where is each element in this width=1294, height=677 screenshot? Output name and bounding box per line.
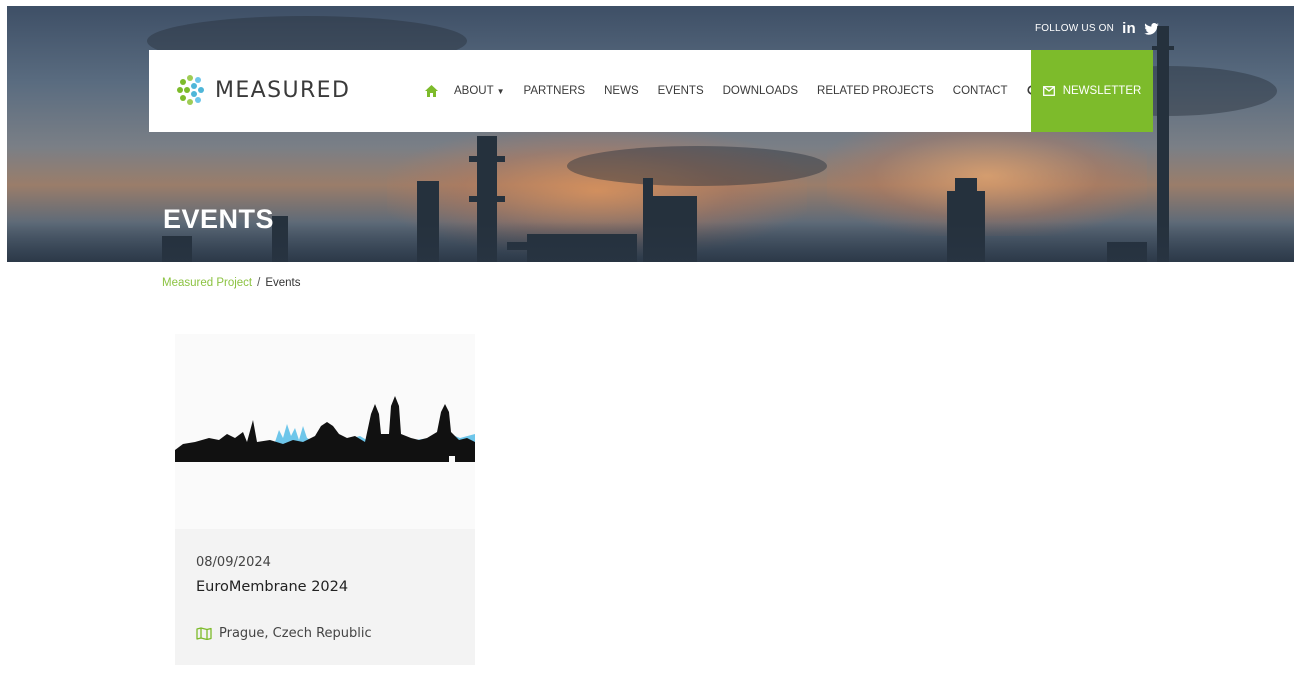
breadcrumb-home-link[interactable]: Measured Project [162,277,252,289]
site-logo[interactable]: MEASURED [171,71,350,109]
caret-down-icon: ▼ [496,86,505,96]
map-icon [196,627,212,640]
main-navbar: MEASURED ABOUT ▼ PARTNERS NEWS EVENTS DO… [149,50,1153,132]
breadcrumb-current: Events [265,277,301,289]
event-title[interactable]: EuroMembrane 2024 [196,579,348,595]
linkedin-icon[interactable]: in [1122,20,1136,37]
nav-item-events[interactable]: EVENTS [658,85,704,97]
hero-banner: FOLLOW US ON in EVENTS [7,6,1294,262]
nav-menu: ABOUT ▼ PARTNERS NEWS EVENTS DOWNLOADS R… [425,50,1058,132]
event-date: 08/09/2024 [196,555,271,570]
nav-item-label: ABOUT [454,85,494,97]
nav-item-contact[interactable]: CONTACT [953,85,1008,97]
page: FOLLOW US ON in EVENTS MEASURED ABOUT ▼ … [7,6,1294,677]
newsletter-button[interactable]: NEWSLETTER [1031,50,1153,132]
nav-item-downloads[interactable]: DOWNLOADS [723,85,798,97]
event-card[interactable]: 08/09/2024 EuroMembrane 2024 Prague, Cze… [175,334,475,665]
envelope-icon [1042,86,1055,96]
prague-skyline-image [175,396,475,462]
follow-label: FOLLOW US ON [1035,23,1115,34]
breadcrumb-separator: / [257,277,261,289]
nav-item-partners[interactable]: PARTNERS [524,85,586,97]
event-location: Prague, Czech Republic [196,626,372,641]
measured-logo-icon [172,72,208,108]
breadcrumb: Measured Project / Events [162,277,301,289]
event-thumbnail[interactable] [175,334,475,529]
logo-text: MEASURED [215,77,351,103]
home-icon [425,85,438,97]
event-location-label: Prague, Czech Republic [219,626,372,641]
nav-item-about[interactable]: ABOUT ▼ [454,85,505,97]
page-title: EVENTS [163,204,275,234]
nav-item-news[interactable]: NEWS [604,85,639,97]
newsletter-label: NEWSLETTER [1062,85,1142,97]
social-follow: FOLLOW US ON in [1035,20,1159,37]
nav-home[interactable] [425,85,438,97]
twitter-icon[interactable] [1144,22,1159,35]
nav-item-related-projects[interactable]: RELATED PROJECTS [817,85,934,97]
